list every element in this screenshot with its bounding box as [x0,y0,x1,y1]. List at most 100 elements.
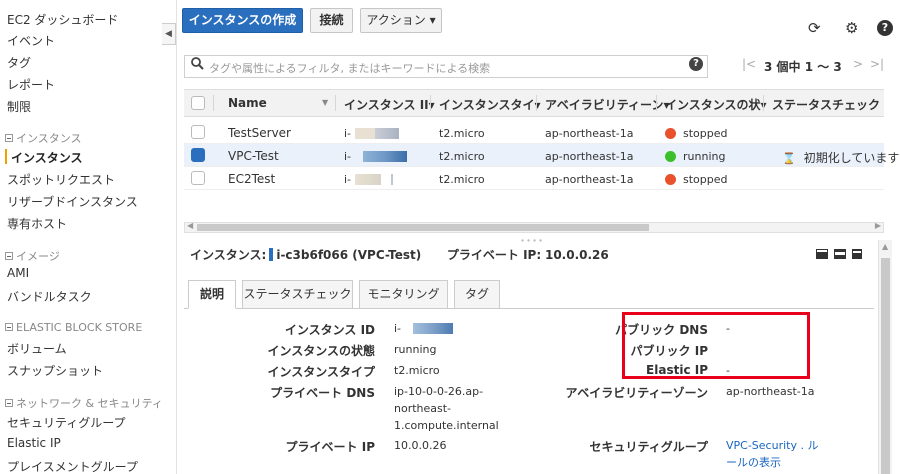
sidebar-item-reports[interactable]: レポート [7,76,55,93]
sort-icon[interactable]: ▼ [322,98,328,107]
tab-tags[interactable]: タグ [454,280,500,309]
value-instance-state: running [394,343,437,356]
sidebar-item-dedicated-hosts[interactable]: 専有ホスト [7,215,67,232]
pagination-text: 3 個中 1 ～ 3 [764,60,842,74]
tab-status-check[interactable]: ステータスチェック [242,280,353,309]
scroll-up-icon[interactable]: ▲ [882,242,888,251]
sidebar-section-label: ELASTIC BLOCK STORE [16,321,143,334]
first-page-button[interactable]: |< [742,57,756,71]
label-security-groups: セキュリティグループ [589,440,708,454]
label-instance-type: インスタンスタイプ [267,365,375,379]
sidebar-item-ami[interactable]: AMI [7,266,29,280]
table-row[interactable]: VPC-Test i- t2.micro ap-northeast-1a run… [184,144,899,167]
value-private-ip: 10.0.0.26 [394,439,447,452]
scroll-left-icon[interactable]: ◀ [187,221,193,230]
cell-instance-type: t2.micro [439,150,485,163]
actions-dropdown[interactable]: アクション ▾ [360,8,442,33]
sidebar-section-label: インスタンス [16,132,82,145]
sidebar-item-instances[interactable]: インスタンス [11,149,83,166]
sidebar-section-ebs[interactable]: ELASTIC BLOCK STORE [5,321,142,334]
sidebar-section-network[interactable]: ネットワーク & セキュリティ [5,395,163,411]
sidebar-item-ec2-dashboard[interactable]: EC2 ダッシュボード [7,11,118,28]
row-checkbox[interactable] [191,148,205,162]
select-all-checkbox[interactable] [191,96,205,110]
masked-id [413,322,454,334]
value-availability-zone: ap-northeast-1a [726,385,815,398]
horizontal-scrollbar[interactable]: ◀ ▶ [184,221,884,233]
state-dot-icon [665,150,676,162]
sidebar-item-bundle-tasks[interactable]: バンドルタスク [7,288,92,305]
column-header-instance-state[interactable]: インスタンスの状▾ [665,96,767,113]
column-header-status-check[interactable]: ステータスチェック [772,96,880,113]
sidebar-item-snapshots[interactable]: スナップショット [7,362,103,379]
vertical-scrollbar[interactable]: ▲ [878,240,892,474]
sidebar-item-placement-groups[interactable]: プレイスメントグループ [7,458,138,474]
sidebar-item-reserved-instances[interactable]: リザーブドインスタンス [7,193,138,210]
divider [176,0,177,474]
value-instance-id: i- [394,320,454,337]
pane-bottom-icon[interactable] [816,249,828,259]
pane-side-icon[interactable] [852,249,862,259]
sidebar-section-images[interactable]: イメージ [5,248,60,264]
cell-zone: ap-northeast-1a [545,173,634,186]
collapse-icon [5,134,13,142]
hourglass-icon: ⌛ [782,152,796,165]
connect-button[interactable]: 接続 [310,8,353,33]
label-availability-zone: アベイラビリティーゾーン [565,386,708,400]
row-checkbox[interactable] [191,171,205,185]
search-placeholder: タグや属性によるフィルタ, またはキーワードによる検索 [209,62,491,75]
cell-state: running [665,150,725,163]
cell-instance-id: i- [344,127,400,140]
column-header-availability-zone[interactable]: アベイラビリティーン▾ [545,96,669,113]
sidebar: EC2 ダッシュボード イベント タグ レポート 制限 インスタンス インスタン… [0,0,163,474]
value-private-dns: ip-10-0-0-26.ap-northeast- 1.compute.inte… [394,385,499,432]
tab-description[interactable]: 説明 [188,280,236,309]
detail-header: インスタンス: i-c3b6f066 (VPC-Test) プライベート IP: … [190,246,609,263]
sidebar-item-events[interactable]: イベント [7,32,55,49]
state-dot-icon [665,127,676,139]
cell-name: VPC-Test [228,149,279,163]
resize-handle[interactable]: ∙∙∙∙ [520,236,544,245]
sidebar-item-volumes[interactable]: ボリューム [7,340,67,357]
column-header-instance-type[interactable]: インスタンスタイ▾ [439,96,541,113]
table-row[interactable]: TestServer i- t2.micro ap-northeast-1a s… [184,121,884,144]
last-page-button[interactable]: >| [870,57,884,71]
label-instance-id: インスタンス ID [284,323,375,337]
row-checkbox[interactable] [191,125,205,139]
sidebar-item-tags[interactable]: タグ [7,54,31,71]
next-page-button[interactable]: > [853,57,863,71]
sidebar-section-instances[interactable]: インスタンス [5,130,82,146]
instance-color-marker [269,248,274,261]
cell-state: stopped [665,127,728,140]
pane-split-icon[interactable] [834,249,846,259]
security-group-link[interactable]: VPC-Security . ルールの表示 [726,437,818,471]
tab-monitoring[interactable]: モニタリング [359,280,448,309]
sidebar-section-label: ネットワーク & セキュリティ [16,397,163,410]
sidebar-item-elastic-ip[interactable]: Elastic IP [7,436,61,450]
highlight-annotation [622,312,810,379]
sidebar-item-limits[interactable]: 制限 [7,98,31,115]
cell-name: EC2Test [228,172,276,186]
cell-instance-type: t2.micro [439,173,485,186]
column-header-name[interactable]: Name [228,96,267,110]
sidebar-item-security-groups[interactable]: セキュリティグループ [7,414,126,431]
scrollbar-thumb[interactable] [197,224,649,231]
cell-state: stopped [665,173,728,186]
table-row[interactable]: EC2Test i- t2.micro ap-northeast-1a stop… [184,167,884,190]
search-help-icon[interactable]: ? [689,57,703,71]
launch-instance-button[interactable]: インスタンスの作成 [182,8,303,33]
search-input[interactable]: タグや属性によるフィルタ, またはキーワードによる検索 [184,55,708,78]
state-dot-icon [665,173,676,185]
cell-zone: ap-northeast-1a [545,127,634,140]
active-indicator [5,149,7,164]
scrollbar-thumb[interactable] [881,258,890,474]
sidebar-item-spot-requests[interactable]: スポットリクエスト [7,171,115,188]
sidebar-collapse-button[interactable]: ◀ [162,23,176,45]
help-icon[interactable]: ? [877,20,893,36]
scroll-right-icon[interactable]: ▶ [875,221,881,230]
column-header-instance-id[interactable]: インスタンス II▾ [344,96,435,113]
gear-icon[interactable]: ⚙ [845,20,858,36]
cell-instance-id: i- [344,150,408,163]
label-instance-state: インスタンスの状態 [267,344,375,358]
refresh-icon[interactable]: ⟳ [808,20,821,36]
